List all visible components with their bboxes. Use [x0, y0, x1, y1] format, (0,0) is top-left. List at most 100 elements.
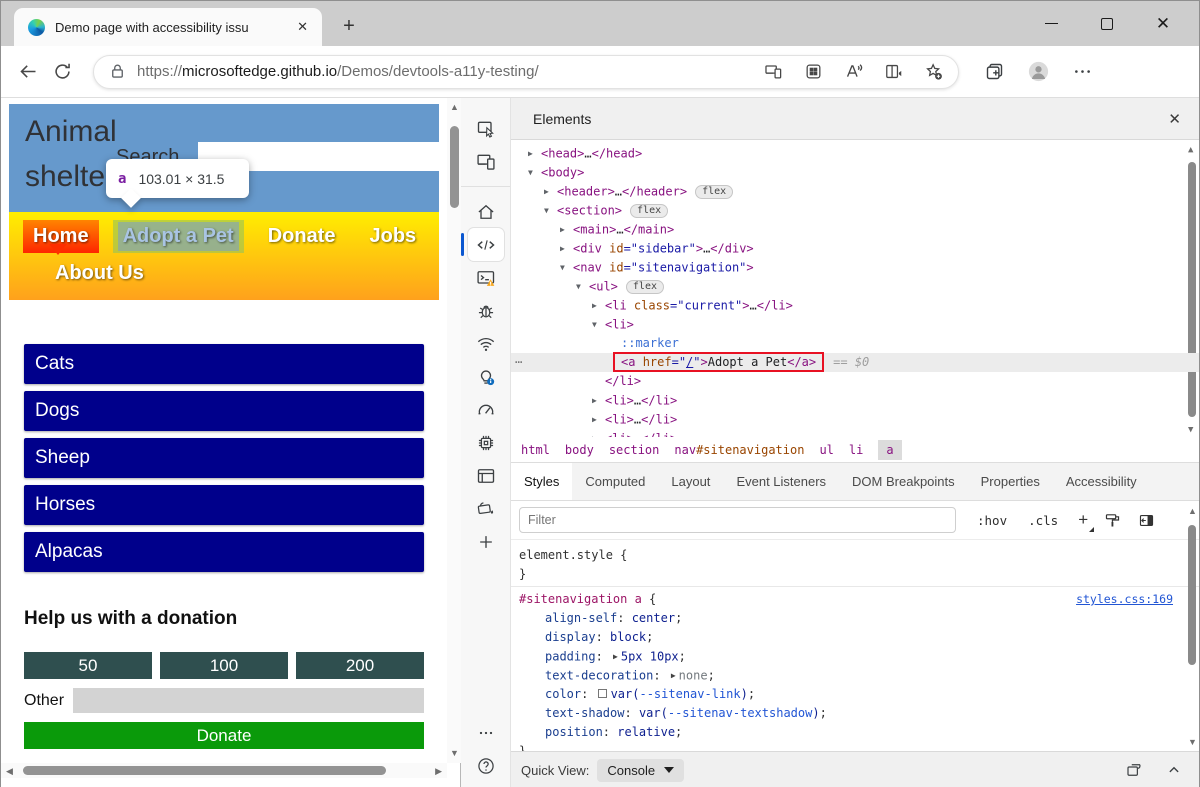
- dom-node[interactable]: ▶<head>…</head>: [511, 144, 1199, 163]
- styles-scroll-thumb[interactable]: [1188, 525, 1196, 665]
- node-menu-icon[interactable]: ⋯: [515, 353, 523, 372]
- animal-button-sheep[interactable]: Sheep: [24, 438, 424, 478]
- dom-node[interactable]: ▶<header>…</header>flex: [511, 182, 1199, 201]
- css-property-display[interactable]: display: block;: [519, 628, 1199, 647]
- browser-tab[interactable]: Demo page with accessibility issu ✕: [14, 8, 322, 46]
- flex-badge[interactable]: flex: [695, 185, 733, 199]
- rule-header[interactable]: #sitenavigation a {styles.css:169: [519, 590, 1199, 609]
- donate-button[interactable]: Donate: [24, 722, 424, 749]
- nav-link-adopt-a-pet[interactable]: Adopt a Pet: [113, 220, 244, 253]
- minimize-button[interactable]: [1023, 1, 1079, 46]
- nav-link-jobs[interactable]: Jobs: [360, 220, 427, 253]
- scroll-right-icon[interactable]: ▶: [435, 767, 442, 776]
- dom-node[interactable]: </li>: [511, 372, 1199, 391]
- animal-button-horses[interactable]: Horses: [24, 485, 424, 525]
- scroll-up-icon[interactable]: ▲: [450, 103, 459, 112]
- nav-link-donate[interactable]: Donate: [258, 220, 346, 253]
- expand-node-icon[interactable]: ▶: [592, 296, 605, 315]
- settings-menu-button[interactable]: [1065, 55, 1099, 89]
- dom-node[interactable]: ▼<ul>flex: [511, 277, 1199, 296]
- chevron-up-icon[interactable]: [1165, 761, 1183, 779]
- collections-button[interactable]: [977, 55, 1011, 89]
- back-button[interactable]: [11, 55, 45, 89]
- styles-scroll-up-icon[interactable]: ▲: [1188, 507, 1197, 516]
- tab-close-icon[interactable]: ✕: [293, 17, 312, 37]
- horizontal-scroll-thumb[interactable]: [23, 766, 386, 775]
- page-horizontal-scrollbar[interactable]: ◀ ▶: [1, 763, 447, 778]
- nav-link-about-us[interactable]: About Us: [45, 257, 154, 290]
- dom-node[interactable]: ▼<nav id="sitenavigation">: [511, 258, 1199, 277]
- restore-quickview-icon[interactable]: [1125, 761, 1143, 779]
- issues-icon[interactable]: [468, 360, 504, 393]
- tab-styles[interactable]: Styles: [511, 463, 572, 500]
- scroll-left-icon[interactable]: ◀: [6, 767, 13, 776]
- css-property-align-self[interactable]: align-self: center;: [519, 609, 1199, 628]
- animal-button-cats[interactable]: Cats: [24, 344, 424, 384]
- css-property-text-shadow[interactable]: text-shadow: var(--sitenav-textshadow);: [519, 704, 1199, 723]
- vertical-scroll-thumb[interactable]: [450, 126, 459, 208]
- dom-node[interactable]: ::marker: [511, 334, 1199, 353]
- tab-accessibility[interactable]: Accessibility: [1053, 463, 1150, 500]
- nav-link-home[interactable]: Home: [23, 220, 99, 253]
- toggle-hover-state[interactable]: :hov: [977, 513, 1007, 528]
- animal-button-dogs[interactable]: Dogs: [24, 391, 424, 431]
- dom-node[interactable]: ▶<li class="current">…</li>: [511, 296, 1199, 315]
- address-bar[interactable]: https://microsoftedge.github.io/Demos/de…: [93, 55, 959, 89]
- css-overview-icon[interactable]: [468, 492, 504, 525]
- css-property-position[interactable]: position: relative;: [519, 723, 1199, 742]
- stylesheet-link[interactable]: styles.css:169: [1076, 590, 1173, 609]
- close-button[interactable]: ✕: [1135, 1, 1191, 46]
- home-icon[interactable]: [468, 195, 504, 228]
- css-property-color[interactable]: color: var(--sitenav-link);: [519, 685, 1199, 704]
- debugger-icon[interactable]: [468, 294, 504, 327]
- dom-node[interactable]: ▶<main>…</main>: [511, 220, 1199, 239]
- expand-node-icon[interactable]: ▶: [592, 429, 605, 437]
- new-tab-button[interactable]: +: [336, 13, 362, 39]
- more-tools-icon[interactable]: [468, 716, 504, 749]
- tab-event-listeners[interactable]: Event Listeners: [723, 463, 839, 500]
- toggle-class-state[interactable]: .cls: [1028, 513, 1058, 528]
- inspect-icon[interactable]: [468, 112, 504, 145]
- device-emulation-icon[interactable]: [468, 145, 504, 178]
- new-style-rule-button[interactable]: +: [1078, 510, 1088, 530]
- add-tools-icon[interactable]: [468, 525, 504, 558]
- dom-node[interactable]: ▶<li>…</li>: [511, 429, 1199, 437]
- dom-node[interactable]: ⋯<a href="/">Adopt a Pet</a>== $0: [511, 353, 1199, 372]
- collapse-node-icon[interactable]: ▼: [544, 201, 557, 220]
- breadcrumb-html[interactable]: html: [521, 443, 550, 457]
- collapse-node-icon[interactable]: ▼: [592, 315, 605, 334]
- dom-node[interactable]: ▶<li>…</li>: [511, 391, 1199, 410]
- amount-button-100[interactable]: 100: [160, 652, 288, 679]
- send-to-devices-button[interactable]: [758, 55, 788, 89]
- breadcrumb-ul[interactable]: ul: [819, 443, 833, 457]
- breadcrumb-body[interactable]: body: [565, 443, 594, 457]
- other-amount-input[interactable]: [73, 688, 424, 713]
- collapse-node-icon[interactable]: ▼: [576, 277, 589, 296]
- application-icon[interactable]: [468, 459, 504, 492]
- breadcrumb-a[interactable]: a: [878, 440, 901, 460]
- styles-filter-input[interactable]: [519, 507, 956, 533]
- paint-roller-icon[interactable]: [1104, 512, 1121, 529]
- console-icon[interactable]: [468, 261, 504, 294]
- collapse-node-icon[interactable]: ▼: [560, 258, 573, 277]
- elements-icon[interactable]: [468, 228, 504, 261]
- inline-style-rule[interactable]: element.style {: [519, 546, 1199, 565]
- performance-icon[interactable]: [468, 393, 504, 426]
- refresh-button[interactable]: [45, 55, 79, 89]
- maximize-button[interactable]: [1079, 1, 1135, 46]
- breadcrumb-section[interactable]: section: [609, 443, 660, 457]
- dom-node[interactable]: ▼<li>: [511, 315, 1199, 334]
- styles-scroll-down-icon[interactable]: ▼: [1188, 738, 1197, 747]
- apps-launcher-button[interactable]: [798, 55, 828, 89]
- dom-node[interactable]: ▶<li>…</li>: [511, 410, 1199, 429]
- expand-node-icon[interactable]: ▶: [528, 144, 541, 163]
- tab-properties[interactable]: Properties: [968, 463, 1053, 500]
- collapse-node-icon[interactable]: ▼: [528, 163, 541, 182]
- help-icon[interactable]: [468, 749, 504, 782]
- dom-node[interactable]: ▼<body>: [511, 163, 1199, 182]
- dom-node[interactable]: ▼<section>flex: [511, 201, 1199, 220]
- expand-node-icon[interactable]: ▶: [544, 182, 557, 201]
- toggle-sidebar-icon[interactable]: [1138, 512, 1155, 529]
- flex-badge[interactable]: flex: [630, 204, 668, 218]
- immersive-reader-button[interactable]: [878, 55, 908, 89]
